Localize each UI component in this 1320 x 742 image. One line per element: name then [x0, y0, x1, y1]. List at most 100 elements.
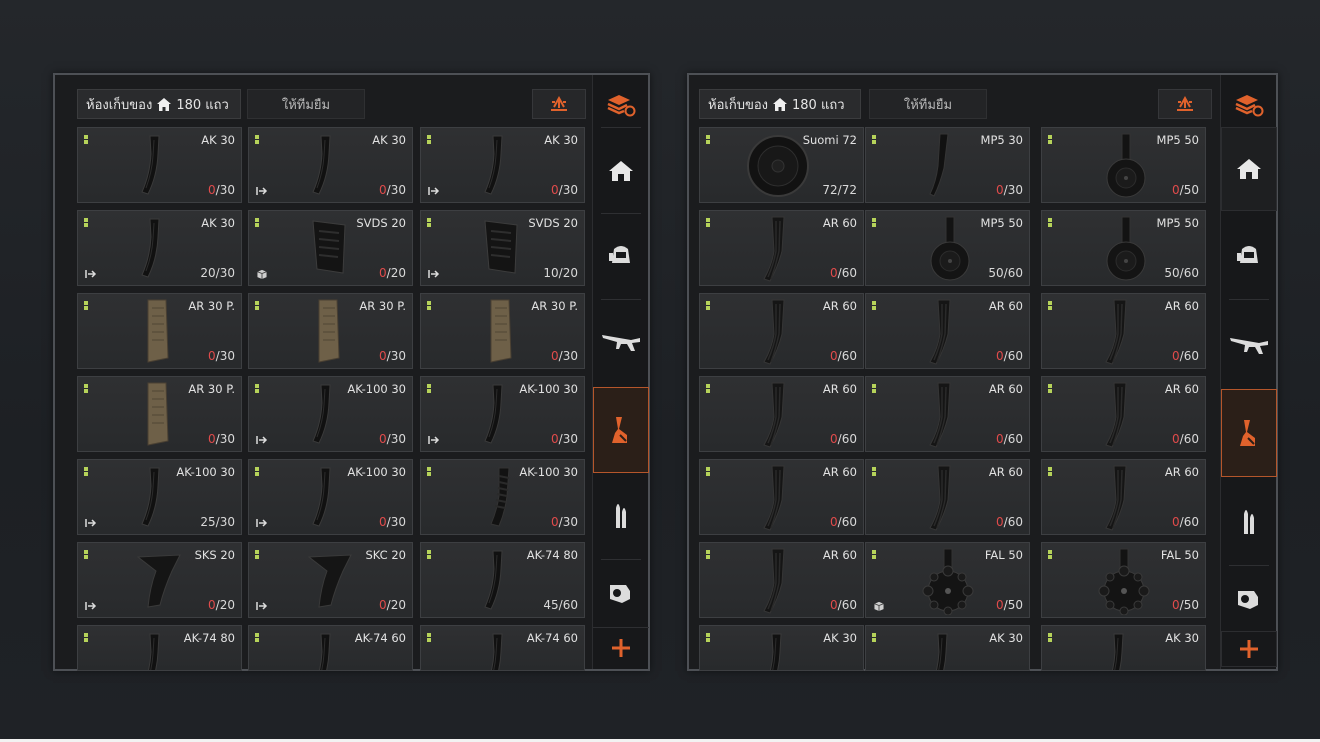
sidebar-item-ammo[interactable] — [593, 475, 649, 555]
sort-button[interactable] — [1158, 89, 1212, 119]
inventory-slot[interactable]: AR 30 P. 0/30 — [77, 376, 242, 452]
item-name: AR 60 — [822, 548, 857, 562]
inventory-slot[interactable]: SVDS 20 0/20 — [248, 210, 413, 286]
inventory-slot[interactable]: AR 30 P. 0/30 — [420, 293, 585, 369]
inventory-slot[interactable]: FAL 50 0/50 — [1041, 542, 1206, 618]
ammo-max: 60 — [841, 515, 857, 529]
inventory-slot[interactable]: AR 60 0/60 — [865, 459, 1030, 535]
inventory-slot[interactable]: AK 30 20/30 — [77, 210, 242, 286]
inventory-slot[interactable]: SKC 20 0/20 — [248, 542, 413, 618]
ammo-count: 0/60 — [996, 515, 1023, 529]
sort-icon — [1177, 95, 1193, 111]
stack-refresh-button[interactable] — [1221, 85, 1277, 125]
inventory-slot[interactable]: AR 60 0/60 — [1041, 376, 1206, 452]
ammo-current: 0 — [996, 432, 1004, 446]
inventory-slot[interactable]: SKS 20 0/20 — [77, 542, 242, 618]
inventory-slot[interactable]: FAL 50 0/50 — [865, 542, 1030, 618]
inventory-slot[interactable]: AR 60 0/60 — [865, 376, 1030, 452]
sort-button[interactable] — [532, 89, 586, 119]
ammo-current: 0 — [208, 598, 216, 612]
inventory-slot[interactable]: AK-74 60 — [420, 625, 585, 671]
inventory-slot[interactable]: AR 60 0/60 — [1041, 459, 1206, 535]
item-name: MP5 50 — [1156, 133, 1199, 147]
inventory-slot[interactable]: AR 60 0/60 — [699, 210, 864, 286]
inventory-slot[interactable]: MP5 30 0/30 — [865, 127, 1030, 203]
transfer-icon — [256, 187, 268, 195]
durability-icon — [427, 633, 431, 642]
rifle-icon — [1230, 338, 1268, 354]
inventory-slot[interactable]: AK-74 80 — [77, 625, 242, 671]
storage-tab[interactable]: ห้องเก็บของ 180 แถว — [77, 89, 241, 119]
inventory-slot[interactable]: AK-100 30 0/30 — [248, 376, 413, 452]
sidebar-item-attachments[interactable] — [593, 561, 649, 625]
sidebar-item-home[interactable] — [593, 131, 649, 211]
inventory-slot[interactable]: MP5 50 0/50 — [1041, 127, 1206, 203]
inventory-slot[interactable]: AR 60 0/60 — [699, 376, 864, 452]
sidebar-item-gear[interactable] — [593, 215, 649, 295]
storage-tab[interactable]: ห้อเก็บของ 180 แถว — [699, 89, 861, 119]
inventory-slot[interactable]: AK-100 30 0/30 — [420, 459, 585, 535]
durability-icon — [706, 467, 710, 476]
inventory-slot[interactable]: AK 30 0/30 — [77, 127, 242, 203]
ammo-max: 72 — [841, 183, 857, 197]
sidebar-item-weapons[interactable] — [593, 301, 649, 381]
inventory-slot[interactable]: MP5 50 50/60 — [865, 210, 1030, 286]
sidebar-item-ammo[interactable] — [1221, 479, 1277, 563]
durability-icon — [1048, 384, 1052, 393]
inventory-slot[interactable]: AR 60 0/60 — [865, 293, 1030, 369]
inventory-slot[interactable]: AK-74 60 — [248, 625, 413, 671]
inventory-slot[interactable]: AR 60 0/60 — [1041, 293, 1206, 369]
ammo-count: 0/60 — [830, 598, 857, 612]
lend-to-team-tab[interactable]: ให้ทีมยืม — [247, 89, 365, 119]
durability-icon — [706, 135, 710, 144]
inventory-slot[interactable]: AK-74 80 45/60 — [420, 542, 585, 618]
durability-icon — [427, 467, 431, 476]
ammo-max: 20 — [219, 598, 235, 612]
ammo-max: 30 — [390, 432, 406, 446]
inventory-slot[interactable]: AR 60 0/60 — [699, 293, 864, 369]
ammo-count: 25/30 — [200, 515, 235, 529]
item-name: AK-100 30 — [519, 465, 578, 479]
sidebar-item-home[interactable] — [1221, 127, 1277, 211]
inventory-slot[interactable]: SVDS 20 10/20 — [420, 210, 585, 286]
inventory-slot[interactable]: AK-100 30 0/30 — [420, 376, 585, 452]
inventory-slot[interactable]: AK 30 0/30 — [248, 127, 413, 203]
ammo-max: 30 — [562, 349, 578, 363]
ammo-max: 20 — [390, 266, 406, 280]
sidebar-item-attachments[interactable] — [1221, 569, 1277, 629]
inventory-slot[interactable]: MP5 50 50/60 — [1041, 210, 1206, 286]
inventory-slot[interactable]: AK-100 30 25/30 — [77, 459, 242, 535]
ammo-max: 50 — [1183, 183, 1199, 197]
inventory-slot[interactable]: AK 30 — [865, 625, 1030, 671]
item-name: AK-100 30 — [347, 382, 406, 396]
ammo-count: 72/72 — [822, 183, 857, 197]
ammo-max: 30 — [562, 515, 578, 529]
inventory-slot[interactable]: AR 60 0/60 — [699, 459, 864, 535]
stack-refresh-button[interactable] — [593, 85, 649, 125]
ammo-max: 60 — [1007, 266, 1023, 280]
inventory-slot[interactable]: AK-100 30 0/30 — [248, 459, 413, 535]
sidebar-item-magazines[interactable] — [1221, 389, 1277, 477]
inventory-slot[interactable]: Suomi 72 72/72 — [699, 127, 864, 203]
durability-icon — [84, 467, 88, 476]
add-button[interactable] — [1221, 631, 1277, 667]
inventory-slot[interactable]: AK 30 — [699, 625, 864, 671]
inventory-slot[interactable]: AK 30 — [1041, 625, 1206, 671]
inventory-slot[interactable]: AK 30 0/30 — [420, 127, 585, 203]
durability-icon — [872, 384, 876, 393]
backpack-icon — [609, 246, 630, 263]
inventory-slot[interactable]: AR 60 0/60 — [699, 542, 864, 618]
ammo-current: 72 — [822, 183, 838, 197]
item-name: AK 30 — [989, 631, 1023, 645]
ammo-max: 30 — [219, 183, 235, 197]
sidebar-item-weapons[interactable] — [1221, 301, 1277, 387]
add-button[interactable] — [593, 627, 649, 667]
item-name: MP5 50 — [1156, 216, 1199, 230]
ammo-count: 0/30 — [208, 349, 235, 363]
inventory-slot[interactable]: AR 30 P. 0/30 — [77, 293, 242, 369]
sidebar-item-magazines[interactable] — [593, 387, 649, 473]
inventory-slot[interactable]: AR 30 P. 0/30 — [248, 293, 413, 369]
lend-to-team-tab[interactable]: ให้ทีมยืม — [869, 89, 987, 119]
sidebar-item-gear[interactable] — [1221, 215, 1277, 295]
capacity-label: 180 แถว — [792, 97, 845, 113]
